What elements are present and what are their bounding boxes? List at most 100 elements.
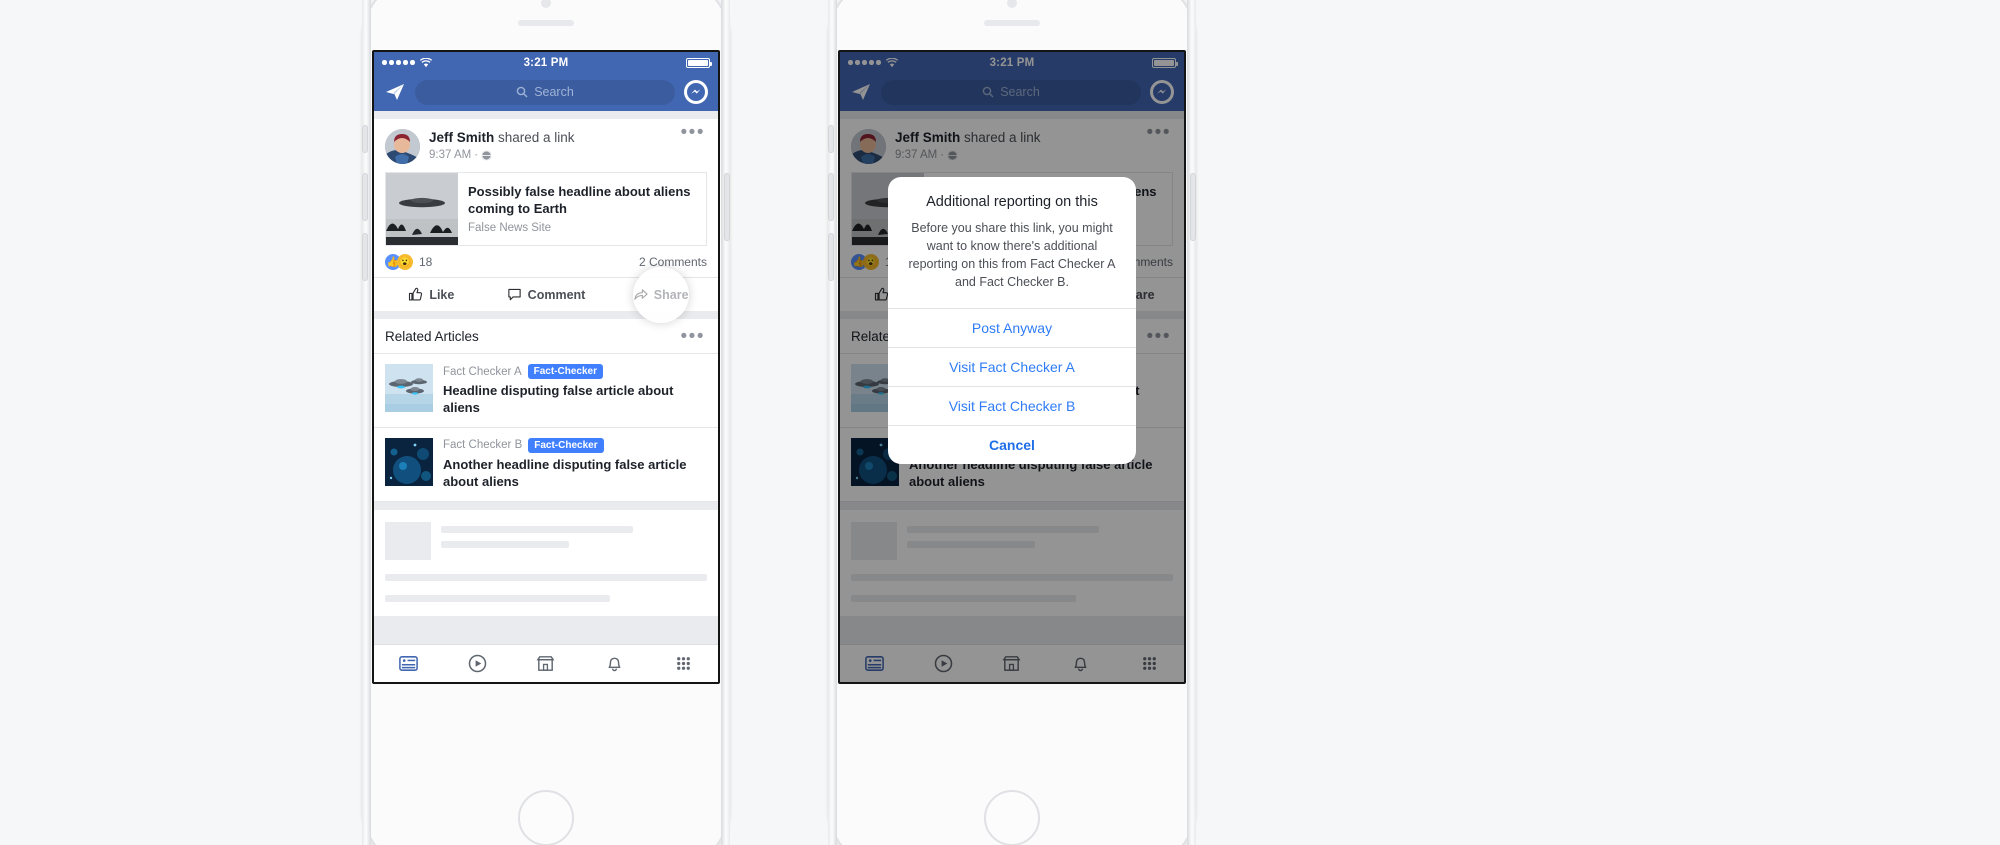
link-preview-text: Possibly false headline about aliens com… bbox=[458, 173, 706, 245]
list-item[interactable]: Fact Checker A Fact-Checker Headline dis… bbox=[374, 354, 718, 428]
earpiece-speaker bbox=[984, 20, 1040, 26]
earpiece-speaker bbox=[518, 20, 574, 26]
silent-switch[interactable] bbox=[363, 126, 367, 152]
battery-icon bbox=[686, 57, 712, 68]
phone-right-edge bbox=[1187, 0, 1196, 845]
feed-spacer bbox=[374, 111, 718, 119]
silent-switch[interactable] bbox=[829, 126, 833, 152]
post-author-line: Jeff Smith shared a link bbox=[429, 130, 681, 146]
placeholder-line bbox=[385, 573, 707, 581]
screen-left: 3:21 PM Search Jeff Smith shared a link … bbox=[374, 52, 718, 682]
reaction-count[interactable]: 18 bbox=[419, 255, 432, 269]
post-action-text: shared a link bbox=[494, 130, 575, 145]
search-icon bbox=[516, 86, 528, 98]
home-button[interactable] bbox=[518, 790, 574, 845]
visit-fact-checker-a-button[interactable]: Visit Fact Checker A bbox=[888, 346, 1136, 386]
next-post-placeholder bbox=[374, 509, 718, 616]
messenger-icon[interactable] bbox=[684, 80, 708, 104]
globe-icon bbox=[481, 150, 492, 161]
additional-reporting-dialog: Additional reporting on this Before you … bbox=[888, 177, 1136, 464]
ufo-fleet-thumbnail bbox=[385, 364, 433, 412]
list-item[interactable]: Fact Checker B Fact-Checker Another head… bbox=[374, 428, 718, 502]
play-circle-icon[interactable] bbox=[467, 653, 488, 674]
visit-fact-checker-b-button[interactable]: Visit Fact Checker B bbox=[888, 385, 1136, 425]
post-anyway-button[interactable]: Post Anyway bbox=[888, 307, 1136, 347]
search-input[interactable]: Search bbox=[415, 79, 675, 105]
screen-bezel: 3:21 PM Search Jeff Smith shared a link … bbox=[838, 50, 1186, 684]
screen-bezel: 3:21 PM Search Jeff Smith shared a link … bbox=[372, 50, 720, 684]
bottom-tab-bar bbox=[374, 644, 718, 682]
post-author[interactable]: Jeff Smith bbox=[429, 130, 494, 145]
status-clock: 3:21 PM bbox=[523, 56, 569, 69]
comment-count[interactable]: 2 Comments bbox=[639, 255, 707, 269]
ufo-photo-thumbnail bbox=[386, 173, 458, 245]
phone-left: 3:21 PM Search Jeff Smith shared a link … bbox=[362, 0, 730, 845]
placeholder-lines bbox=[441, 522, 707, 560]
placeholder-line bbox=[441, 525, 633, 533]
placeholder-line bbox=[385, 594, 611, 602]
feed-spacer-3 bbox=[374, 501, 718, 510]
wow-reaction-icon: 😮 bbox=[397, 254, 413, 270]
post-time: 9:37 AM bbox=[429, 149, 472, 162]
volume-up-button[interactable] bbox=[829, 174, 833, 220]
search-placeholder: Search bbox=[534, 85, 574, 99]
share-arrow-icon bbox=[634, 289, 648, 300]
volume-up-button[interactable] bbox=[363, 174, 367, 220]
storefront-icon[interactable] bbox=[535, 653, 556, 674]
grid-dots-icon[interactable] bbox=[673, 653, 694, 674]
related-articles-card: Related Articles ••• bbox=[374, 319, 718, 502]
post-timestamp-row: 9:37 AM · bbox=[429, 149, 681, 161]
post-menu-button[interactable]: ••• bbox=[681, 123, 707, 142]
phone-right: 3:21 PM Search Jeff Smith shared a link … bbox=[828, 0, 1196, 845]
related-item-body: Fact Checker A Fact-Checker Headline dis… bbox=[443, 364, 707, 417]
volume-down-button[interactable] bbox=[363, 234, 367, 280]
post-action-bar: Like Comment Share bbox=[374, 266, 718, 323]
home-button[interactable] bbox=[984, 790, 1040, 845]
status-badge: Fact-Checker bbox=[527, 364, 603, 379]
post-header: Jeff Smith shared a link 9:37 AM · ••• bbox=[374, 119, 718, 172]
link-title: Possibly false headline about aliens com… bbox=[468, 184, 691, 216]
avatar[interactable] bbox=[385, 129, 420, 164]
related-heading: Related Articles bbox=[385, 329, 479, 344]
like-label: Like bbox=[429, 287, 455, 302]
related-source: Fact Checker A bbox=[443, 365, 522, 378]
reaction-icons[interactable]: 👍 😮 bbox=[385, 254, 413, 270]
bell-icon[interactable] bbox=[604, 653, 625, 674]
like-button[interactable]: Like bbox=[374, 278, 489, 311]
screen-right: 3:21 PM Search Jeff Smith shared a link … bbox=[840, 52, 1184, 682]
placeholder-row bbox=[385, 521, 707, 560]
placeholder-line bbox=[441, 540, 569, 548]
planets-thumbnail bbox=[385, 437, 433, 486]
cancel-button[interactable]: Cancel bbox=[888, 424, 1136, 464]
feed-spacer-2 bbox=[374, 311, 718, 319]
related-header: Related Articles ••• bbox=[374, 319, 718, 354]
news-feed[interactable]: Jeff Smith shared a link 9:37 AM · ••• P… bbox=[374, 111, 718, 682]
nav-bar: Search bbox=[374, 73, 718, 111]
related-menu-button[interactable]: ••• bbox=[681, 327, 707, 346]
related-source: Fact Checker B bbox=[443, 439, 523, 452]
share-button[interactable]: Share bbox=[603, 266, 718, 323]
placeholder-thumb bbox=[385, 521, 431, 560]
news-feed-icon[interactable] bbox=[398, 653, 419, 674]
power-button[interactable] bbox=[725, 174, 729, 240]
dialog-title: Additional reporting on this bbox=[926, 194, 1098, 210]
post-card: Jeff Smith shared a link 9:37 AM · bbox=[374, 119, 718, 323]
post-time-separator: · bbox=[474, 149, 479, 162]
comment-label: Comment bbox=[527, 287, 586, 302]
phone-right-edge bbox=[721, 0, 730, 845]
share-label: Share bbox=[653, 287, 689, 302]
related-item-meta: Fact Checker B Fact-Checker bbox=[443, 437, 707, 453]
related-headline: Another headline disputing false article… bbox=[443, 456, 687, 489]
screenshot-stage: 3:21 PM Search Jeff Smith shared a link … bbox=[0, 0, 2000, 845]
dialog-content: Additional reporting on this Before you … bbox=[888, 177, 1136, 308]
post-meta: Jeff Smith shared a link 9:37 AM · bbox=[429, 129, 681, 161]
related-headline: Headline disputing false article about a… bbox=[443, 383, 674, 415]
post-stats-row: 👍 😮 18 2 Comments bbox=[374, 246, 718, 277]
paper-plane-icon[interactable] bbox=[384, 81, 406, 103]
comment-button[interactable]: Comment bbox=[489, 278, 604, 311]
volume-down-button[interactable] bbox=[829, 234, 833, 280]
link-preview-card[interactable]: Possibly false headline about aliens com… bbox=[385, 172, 707, 246]
related-item-body: Fact Checker B Fact-Checker Another head… bbox=[443, 437, 707, 491]
power-button[interactable] bbox=[1191, 174, 1195, 240]
dialog-message: Before you share this link, you might wa… bbox=[908, 221, 1116, 290]
